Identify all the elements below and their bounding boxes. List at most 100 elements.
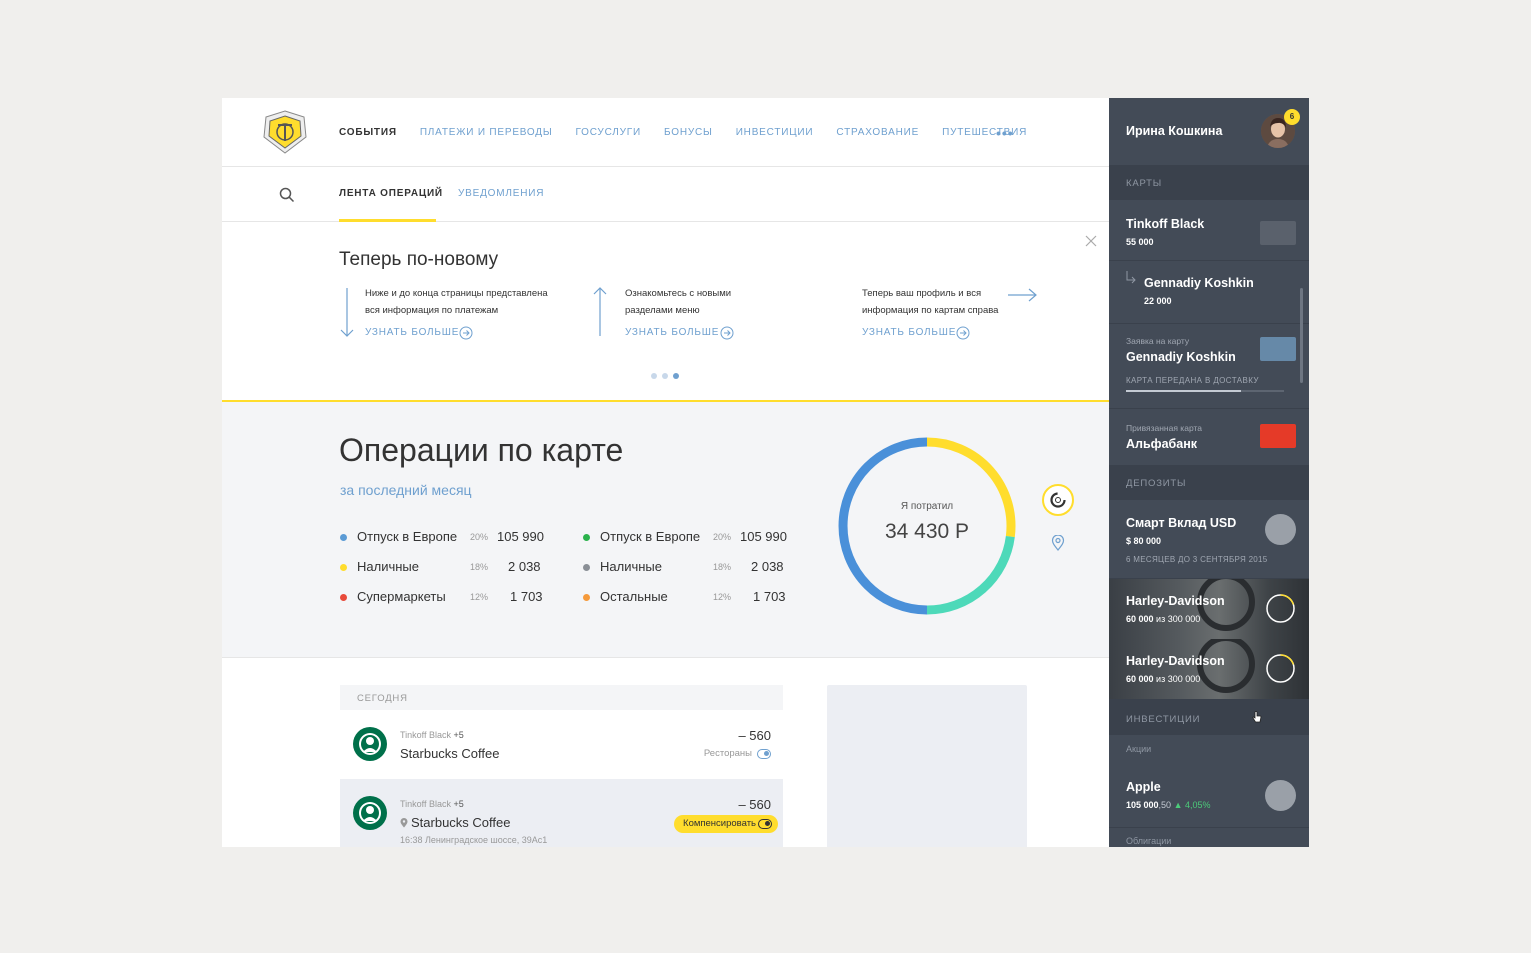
period-selector[interactable]: за последний месяц xyxy=(340,482,472,498)
compensate-label: Компенсировать xyxy=(683,818,756,829)
tab-operations-feed[interactable]: ЛЕНТА ОПЕРАЦИЙ xyxy=(339,188,443,199)
category-dot xyxy=(583,594,590,601)
carousel-dot-active[interactable] xyxy=(673,373,679,379)
toggle-icon[interactable] xyxy=(757,748,771,759)
stock-price: 105 000 xyxy=(1126,800,1159,810)
compensate-button[interactable]: Компенсировать xyxy=(674,815,778,833)
transaction-card: Tinkoff Black +5 xyxy=(400,730,464,740)
card-balance: 22 000 xyxy=(1144,296,1172,306)
nav-item-gov-services[interactable]: ГОСУСЛУГИ xyxy=(576,127,641,138)
nav-items: СОБЫТИЯ ПЛАТЕЖИ И ПЕРЕВОДЫ ГОСУСЛУГИ БОН… xyxy=(339,127,1050,138)
card-thumbnail xyxy=(1260,221,1296,245)
deposit-term: 6 МЕСЯЦЕВ ДО 3 СЕНТЯБРЯ 2015 xyxy=(1126,555,1268,564)
nav-item-payments[interactable]: ПЛАТЕЖИ И ПЕРЕВОДЫ xyxy=(420,127,553,138)
goal-target: из 300 000 xyxy=(1156,674,1201,684)
category-item[interactable]: Остальные 12% 1 703 xyxy=(583,589,793,605)
goal-saved: 60 000 xyxy=(1126,614,1154,624)
category-percent: 20% xyxy=(470,532,489,542)
category-percent: 12% xyxy=(713,592,732,602)
transaction-row[interactable]: Tinkoff Black +5 Starbucks Coffee – 560 … xyxy=(340,779,783,847)
arrow-circle-icon[interactable] xyxy=(956,326,970,340)
learn-more-link[interactable]: УЗНАТЬ БОЛЬШЕ xyxy=(625,327,719,338)
category-name: Супермаркеты xyxy=(357,589,446,604)
cursor-hand-icon xyxy=(1252,711,1262,723)
close-icon[interactable] xyxy=(1084,234,1098,248)
search-icon[interactable] xyxy=(279,187,295,203)
stocks-subsection-label: Акции xyxy=(1126,744,1152,754)
chart-view-toggle[interactable] xyxy=(1042,484,1074,516)
nav-item-events[interactable]: СОБЫТИЯ xyxy=(339,127,397,138)
category-name: Наличные xyxy=(600,559,662,574)
nav-item-investments[interactable]: ИНВЕСТИЦИИ xyxy=(736,127,814,138)
deposit-amount: $ 80 000 xyxy=(1126,536,1162,546)
goal-item[interactable]: Harley-Davidson 60 000 из 300 000 xyxy=(1109,579,1309,639)
account-sidebar: Ирина Кошкина 6 КАРТЫ Tinkoff Black 55 0… xyxy=(1109,98,1309,847)
arrow-circle-icon[interactable] xyxy=(720,326,734,340)
section-investments-header: ИНВЕСТИЦИИ xyxy=(1109,699,1309,735)
location-pin-icon xyxy=(400,818,408,828)
card-item[interactable]: Gennadiy Koshkin 22 000 xyxy=(1109,261,1309,324)
category-item[interactable]: Наличные 18% 2 038 xyxy=(340,559,550,575)
user-header[interactable]: Ирина Кошкина 6 xyxy=(1109,98,1309,165)
stock-change: 4,05% xyxy=(1185,800,1211,810)
category-item[interactable]: Отпуск в Европе 20% 105 990 xyxy=(340,529,550,545)
learn-more-link[interactable]: УЗНАТЬ БОЛЬШЕ xyxy=(862,327,956,338)
donut-total-value: 34 430 Р xyxy=(884,520,970,543)
goal-item[interactable]: Harley-Davidson 60 000 из 300 000 xyxy=(1109,639,1309,699)
linked-card-item[interactable]: Привязанная карта Альфабанк xyxy=(1109,409,1309,465)
category-dot xyxy=(340,594,347,601)
section-title: ИНВЕСТИЦИИ xyxy=(1126,714,1201,725)
category-name: Остальные xyxy=(600,589,668,604)
sidebar-scrollbar[interactable] xyxy=(1300,288,1303,383)
category-amount: 1 703 xyxy=(510,589,543,604)
delivery-status: КАРТА ПЕРЕДАНА В ДОСТАВКУ xyxy=(1126,376,1259,385)
learn-more-link[interactable]: УЗНАТЬ БОЛЬШЕ xyxy=(365,327,459,338)
category-name: Отпуск в Европе xyxy=(600,529,701,544)
card-name: Tinkoff Black xyxy=(400,799,452,809)
starbucks-logo-icon xyxy=(353,796,387,830)
category-percent: 12% xyxy=(470,592,489,602)
donut-label: Я потратил xyxy=(900,501,954,512)
transaction-amount: – 560 xyxy=(738,797,771,812)
map-pin-icon[interactable] xyxy=(1051,535,1065,551)
sub-card-arrow-icon xyxy=(1126,271,1136,284)
nav-item-travel[interactable]: ПУТЕШЕСТВИЯ xyxy=(942,127,1027,138)
tab-notifications[interactable]: УВЕДОМЛЕНИЯ xyxy=(458,188,544,199)
bonds-subsection-label: Облигации xyxy=(1126,836,1172,846)
nav-item-insurance[interactable]: СТРАХОВАНИЕ xyxy=(836,127,919,138)
sub-nav: ЛЕНТА ОПЕРАЦИЙ УВЕДОМЛЕНИЯ xyxy=(222,167,1109,222)
category-dot xyxy=(340,564,347,571)
deposit-item[interactable]: Смарт Вклад USD $ 80 000 6 МЕСЯЦЕВ ДО 3 … xyxy=(1109,500,1309,579)
category-name: Отпуск в Европе xyxy=(357,529,458,544)
feed-section-header: СЕГОДНЯ xyxy=(340,685,783,710)
category-item[interactable]: Супермаркеты 12% 1 703 xyxy=(340,589,550,605)
operations-title: Операции по карте xyxy=(339,432,624,468)
donut-segment-1[interactable] xyxy=(926,535,1015,615)
section-title: ДЕПОЗИТЫ xyxy=(1126,478,1187,489)
promo-title: Теперь по-новому xyxy=(339,249,499,270)
carousel-dot[interactable] xyxy=(662,373,668,379)
transaction-category: Рестораны xyxy=(704,748,771,759)
category-item[interactable]: Наличные 18% 2 038 xyxy=(583,559,793,575)
bank-logo-icon[interactable] xyxy=(260,109,310,155)
nav-item-bonuses[interactable]: БОНУСЫ xyxy=(664,127,713,138)
stock-item[interactable]: Apple 105 000,50 ▲ 4,05% xyxy=(1109,766,1309,828)
category-dot xyxy=(583,534,590,541)
carousel-dots xyxy=(651,373,684,379)
card-item[interactable]: Tinkoff Black 55 000 xyxy=(1109,200,1309,261)
more-menu-icon[interactable]: ••• xyxy=(996,125,1014,141)
card-name: Gennadiy Koshkin xyxy=(1126,350,1236,364)
transaction-card: Tinkoff Black +5 xyxy=(400,799,464,809)
transaction-meta: 16:38 Ленинградское шоссе, 39Ас1 xyxy=(400,835,548,845)
merchant-name: Starbucks Coffee xyxy=(411,815,511,830)
notification-badge: 6 xyxy=(1284,109,1300,125)
category-item[interactable]: Отпуск в Европе 20% 105 990 xyxy=(583,529,793,545)
arrow-circle-icon[interactable] xyxy=(459,326,473,340)
goal-target: из 300 000 xyxy=(1156,614,1201,624)
transaction-row[interactable]: Tinkoff Black +5 Starbucks Coffee – 560 … xyxy=(340,710,783,779)
carousel-dot[interactable] xyxy=(651,373,657,379)
category-percent: 18% xyxy=(470,562,489,572)
card-request-item[interactable]: Заявка на карту Gennadiy Koshkin КАРТА П… xyxy=(1109,324,1309,409)
main-area: СОБЫТИЯ ПЛАТЕЖИ И ПЕРЕВОДЫ ГОСУСЛУГИ БОН… xyxy=(222,98,1109,847)
category-dot xyxy=(340,534,347,541)
